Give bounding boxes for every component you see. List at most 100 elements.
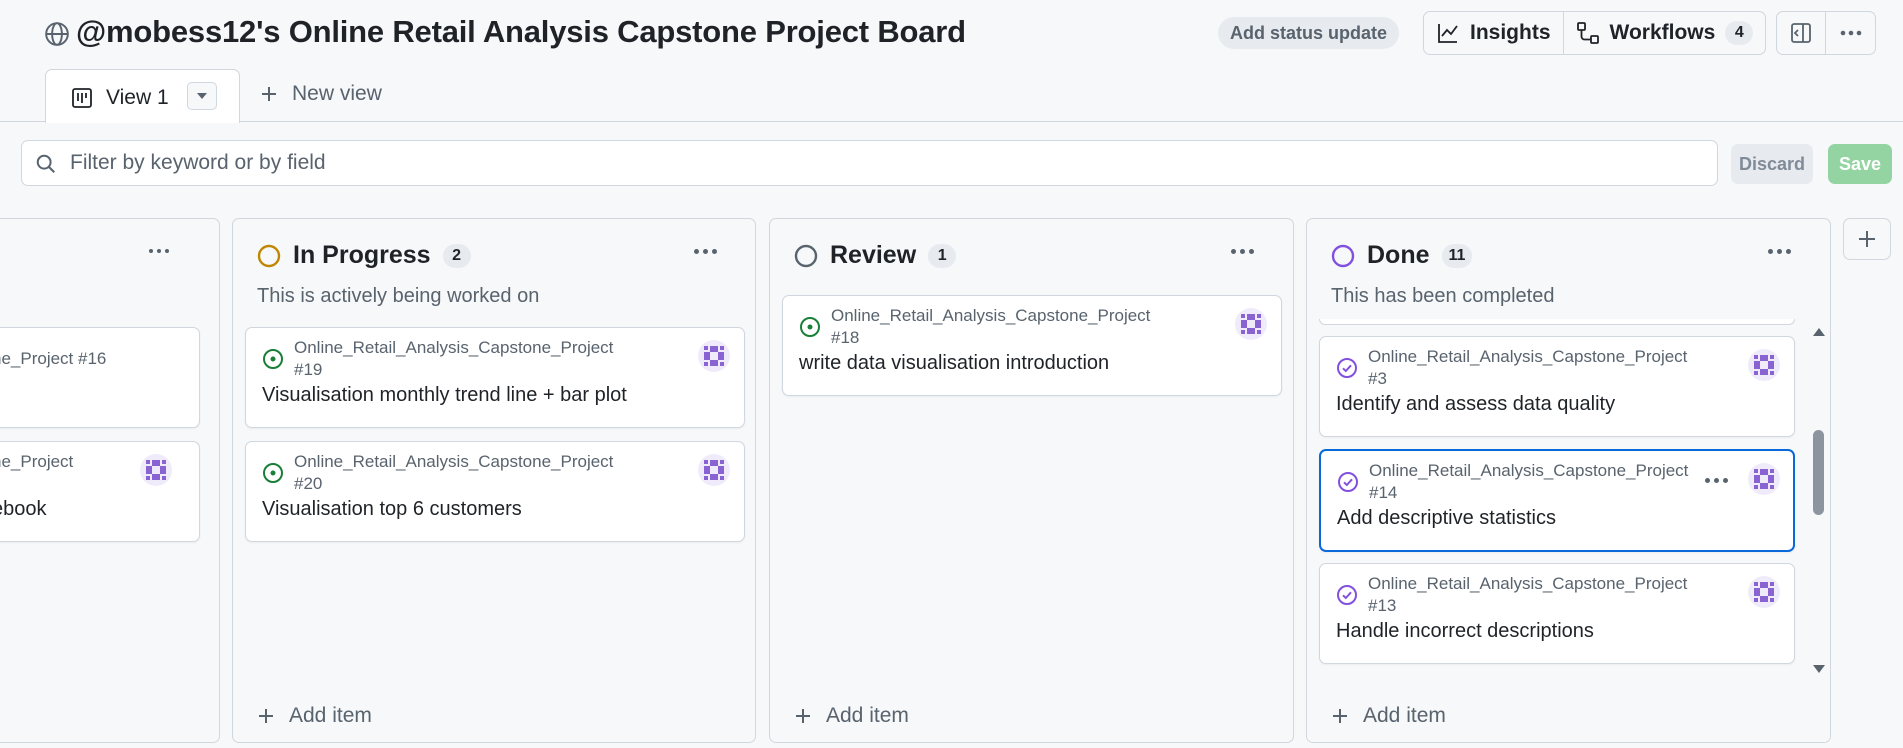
- new-view-label: New view: [292, 82, 382, 105]
- add-item-label: Add item: [1363, 704, 1446, 727]
- issue-card[interactable]: Online_Retail_Analysis_Capstone_Project #…: [1319, 336, 1795, 437]
- workflows-label: Workflows: [1609, 21, 1716, 44]
- filter-input[interactable]: [70, 149, 1690, 177]
- status-circle-icon: [794, 244, 818, 267]
- card-title: Identify and assess data quality: [1336, 393, 1616, 415]
- avatar[interactable]: [698, 340, 730, 372]
- card-title: Handle incorrect descriptions: [1336, 620, 1594, 642]
- issue-closed-icon: [1338, 472, 1358, 492]
- column-header: Review 1: [794, 241, 957, 270]
- card-title: Visualisation top 6 customers: [262, 498, 522, 520]
- card-repo: Online_Retail_Analysis_Capstone_Project #…: [294, 452, 614, 493]
- card-menu-button[interactable]: [1705, 478, 1728, 483]
- scrollbar-thumb[interactable]: [1813, 430, 1824, 515]
- column-title: Review: [830, 241, 917, 269]
- column-title: Done: [1367, 241, 1430, 269]
- avatar[interactable]: [1748, 576, 1780, 608]
- workflows-button[interactable]: Workflows 4: [1562, 12, 1766, 54]
- board-column-partial: ne_Project #16 ne_Project ebook: [0, 218, 220, 743]
- issue-open-icon: [263, 349, 283, 369]
- plus-icon: [1859, 231, 1875, 247]
- issue-card[interactable]: ne_Project ebook: [0, 441, 200, 542]
- tab-view-1[interactable]: View 1: [45, 69, 240, 123]
- card-title: Add descriptive statistics: [1337, 507, 1556, 529]
- column-menu-button[interactable]: [685, 239, 725, 263]
- issue-open-icon: [800, 317, 820, 337]
- triangle-down-icon: [197, 93, 207, 99]
- filter-bar: [21, 140, 1718, 186]
- column-menu-button[interactable]: [1759, 239, 1799, 263]
- column-header: Done 11: [1331, 241, 1473, 270]
- issue-card[interactable]: Online_Retail_Analysis_Capstone_Project #…: [782, 295, 1282, 396]
- avatar[interactable]: [1748, 349, 1780, 381]
- avatar[interactable]: [1748, 463, 1780, 495]
- avatar[interactable]: [1235, 308, 1267, 340]
- view-options-button[interactable]: [187, 82, 217, 110]
- column-header: In Progress 2: [257, 241, 471, 270]
- issue-card[interactable]: Online_Retail_Analysis_Capstone_Project #…: [245, 327, 745, 428]
- insights-button[interactable]: Insights: [1424, 12, 1563, 54]
- search-icon: [36, 154, 55, 173]
- card-repo: Online_Retail_Analysis_Capstone_Project #…: [1368, 347, 1688, 388]
- column-description: This is actively being worked on: [257, 285, 540, 307]
- globe-icon: [45, 22, 69, 46]
- column-description: This has been completed: [1331, 285, 1555, 307]
- more-options-button[interactable]: [1826, 11, 1876, 55]
- issue-open-icon: [263, 463, 283, 483]
- issue-closed-icon: [1337, 585, 1357, 605]
- page-title: @mobess12's Online Retail Analysis Capst…: [76, 14, 966, 49]
- scroll-up-arrow[interactable]: [1812, 327, 1826, 337]
- column-count: 1: [928, 243, 957, 268]
- tab-label: View 1: [106, 86, 169, 109]
- card-repo: Online_Retail_Analysis_Capstone_Project #…: [294, 338, 614, 379]
- column-count: 2: [442, 243, 471, 268]
- card-repo: ne_Project #16: [0, 349, 107, 368]
- workflow-icon: [1576, 22, 1599, 44]
- card-partial-top: [1319, 319, 1795, 325]
- graph-icon: [1438, 24, 1458, 43]
- plus-icon: [1333, 709, 1347, 723]
- card-repo: ne_Project: [0, 452, 74, 471]
- card-title: write data visualisation introduction: [799, 352, 1110, 374]
- workflows-count: 4: [1725, 21, 1754, 45]
- kebab-horizontal-icon: [1840, 30, 1861, 36]
- column-menu-button[interactable]: [139, 239, 179, 263]
- sidebar-toggle-button[interactable]: [1776, 11, 1826, 55]
- issue-card-focused[interactable]: Online_Retail_Analysis_Capstone_Project #…: [1319, 449, 1795, 552]
- board-column-in-progress: In Progress 2 This is actively being wor…: [232, 218, 756, 743]
- add-item-button[interactable]: Add item: [794, 704, 909, 728]
- card-title: ebook: [0, 498, 47, 520]
- sidebar-icon: [1791, 23, 1811, 43]
- add-status-update-button[interactable]: Add status update: [1218, 17, 1400, 49]
- avatar[interactable]: [140, 454, 172, 486]
- scroll-down-arrow[interactable]: [1812, 664, 1826, 674]
- new-view-button[interactable]: New view: [260, 82, 382, 106]
- board-column-review: Review 1 Online_Retail_Analysis_Capstone…: [769, 218, 1294, 743]
- column-title: In Progress: [293, 241, 431, 269]
- card-repo: Online_Retail_Analysis_Capstone_Project #…: [831, 306, 1151, 347]
- column-count: 11: [1441, 243, 1473, 268]
- avatar[interactable]: [698, 454, 730, 486]
- save-button[interactable]: Save: [1828, 144, 1892, 184]
- project-board-icon: [72, 88, 92, 108]
- add-item-label: Add item: [826, 704, 909, 727]
- issue-closed-icon: [1337, 358, 1357, 378]
- issue-card[interactable]: Online_Retail_Analysis_Capstone_Project #…: [245, 441, 745, 542]
- header-button-group: Insights Workflows 4: [1423, 11, 1767, 55]
- add-item-button[interactable]: Add item: [1331, 704, 1446, 728]
- project-header: @mobess12's Online Retail Analysis Capst…: [0, 0, 1903, 123]
- board-column-done: Done 11 This has been completed Online_R…: [1306, 218, 1831, 743]
- plus-icon: [259, 709, 273, 723]
- status-circle-icon: [1331, 244, 1355, 267]
- issue-card[interactable]: Online_Retail_Analysis_Capstone_Project #…: [1319, 563, 1795, 664]
- card-repo: Online_Retail_Analysis_Capstone_Project #…: [1368, 574, 1688, 615]
- plus-icon: [262, 87, 276, 101]
- add-item-button[interactable]: Add item: [257, 704, 372, 728]
- issue-card[interactable]: ne_Project #16: [0, 327, 200, 428]
- add-item-label: Add item: [289, 704, 372, 727]
- status-circle-icon: [257, 244, 281, 267]
- card-repo: Online_Retail_Analysis_Capstone_Project #…: [1369, 461, 1689, 502]
- add-column-button[interactable]: [1843, 218, 1891, 260]
- column-menu-button[interactable]: [1222, 239, 1262, 263]
- discard-button[interactable]: Discard: [1731, 144, 1813, 184]
